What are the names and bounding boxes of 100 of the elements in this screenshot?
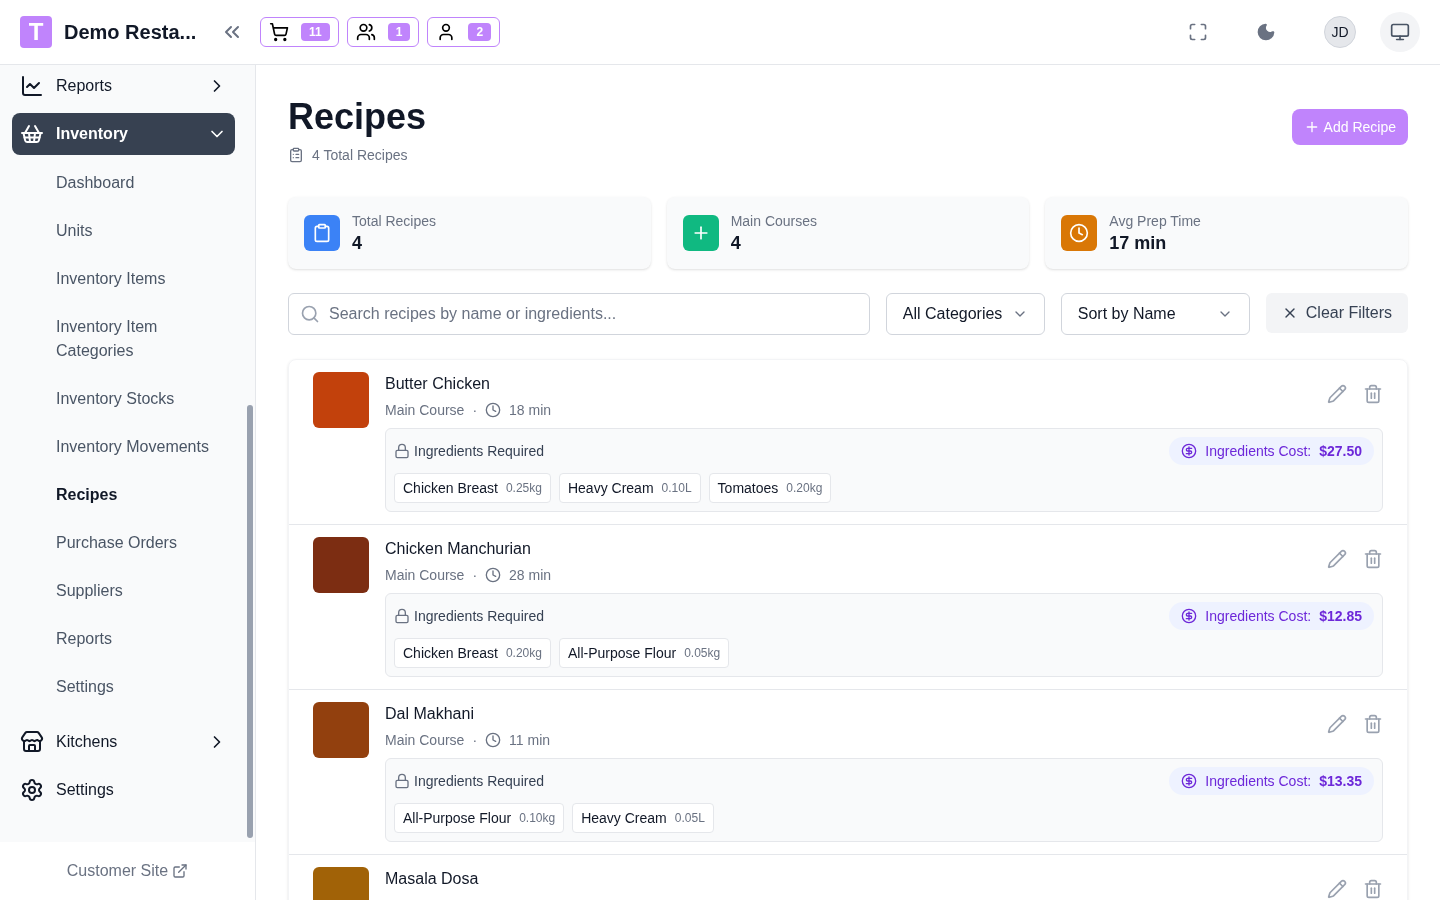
clipboard-icon [288,147,304,163]
moon-icon [1256,22,1276,42]
scrollbar-thumb[interactable] [247,405,253,838]
ingredient-name: All-Purpose Flour [567,644,677,663]
lock-icon [394,443,410,459]
dark-mode-button[interactable] [1256,22,1276,42]
ingredient-quantity: 0.20kg [786,480,823,496]
dollar-icon [1181,443,1198,459]
clock-icon [485,732,502,748]
user-avatar[interactable]: JD [1324,16,1356,48]
cost-label: Ingredients Cost: [1205,772,1312,791]
separator-dot: · [472,566,478,585]
settings-icon [20,778,44,802]
sidebar-subitem[interactable]: Dashboard [12,159,235,207]
clipboard-icon [312,223,332,243]
sidebar-item[interactable]: Inventory [12,113,235,155]
pencil-icon [1327,879,1347,899]
cost-label: Ingredients Cost: [1205,607,1312,626]
edit-button[interactable] [1327,879,1347,899]
ingredient-quantity: 0.10L [661,480,692,496]
sidebar-subitem[interactable]: Inventory Item Categories [12,303,235,375]
search-field[interactable]: Search recipes by name or ingredients... [288,293,870,335]
stat-label: Total Recipes [352,212,437,231]
prep-time: 28 min [509,566,552,585]
food-photo-placeholder [313,537,369,593]
stat-label: Avg Prep Time [1109,212,1201,231]
ingredient-name: Heavy Cream [567,479,654,498]
food-photo-placeholder [313,702,369,758]
sidebar-subitem[interactable]: Reports [12,615,235,663]
customer-site-link[interactable]: Customer Site [66,859,189,883]
cost-value: $12.85 [1319,607,1362,626]
sidebar-item[interactable]: Kitchens [12,721,235,763]
pencil-icon [1327,384,1347,404]
recipe-category: Main Course [385,566,465,585]
fullscreen-button[interactable] [1188,22,1208,42]
sort-dropdown[interactable]: Sort by Name [1060,293,1250,335]
count-badge: 11 [301,23,330,41]
recipe-count: 4 Total Recipes [312,146,408,165]
display-button[interactable] [1380,12,1420,52]
ingredient-name: Tomatoes [717,479,779,498]
ingredient-quantity: 0.05L [674,810,705,826]
sidebar-subitem[interactable]: Inventory Items [12,255,235,303]
recipe-name: Masala Dosa [385,869,479,889]
sidebar-item[interactable]: Settings [12,769,235,811]
ingredient-quantity: 0.20kg [505,645,542,661]
sidebar-subitem[interactable]: Inventory Movements [12,423,235,471]
ingredient-name: All-Purpose Flour [403,809,512,828]
pencil-icon [1327,714,1347,734]
edit-button[interactable] [1327,384,1347,404]
prep-time: 11 min [509,731,551,750]
ingredients-heading: Ingredients Required [414,772,544,791]
ingredient-name: Heavy Cream [581,809,667,828]
separator-dot: · [472,401,478,420]
trash-icon [1363,879,1383,899]
lock-icon [394,608,410,624]
separator-dot: · [472,731,478,750]
ingredient-quantity: 0.10kg [519,810,556,826]
cost-value: $13.35 [1319,772,1362,791]
chart-icon [20,74,44,98]
sidebar-subitem[interactable]: Settings [12,663,235,711]
delete-button[interactable] [1363,384,1383,404]
category-dropdown[interactable]: All Categories [885,293,1045,335]
clock-icon [1069,223,1090,243]
ingredient-quantity: 0.05kg [684,645,721,661]
clock-icon [485,567,502,583]
sidebar-subitem[interactable]: Recipes [12,471,235,519]
edit-button[interactable] [1327,714,1347,734]
count-badge: 1 [387,23,411,41]
delete-button[interactable] [1363,549,1383,569]
clock-icon [485,402,502,418]
page-title: Recipes [288,97,427,137]
pencil-icon [1327,549,1347,569]
sidebar-subitem[interactable]: Suppliers [12,567,235,615]
trash-icon [1363,714,1383,734]
trash-icon [1363,549,1383,569]
sidebar-subitem[interactable]: Purchase Orders [12,519,235,567]
stat-value: 4 [352,232,363,255]
sidebar-item[interactable]: Reports [12,65,235,107]
delete-button[interactable] [1363,879,1383,899]
sidebar-subitem[interactable]: Units [12,207,235,255]
recipe-name: Dal Makhani [385,704,475,724]
search-icon [300,304,320,324]
ingredients-heading: Ingredients Required [414,607,544,626]
sidebar-subitem[interactable]: Inventory Stocks [12,375,235,423]
stat-value: 4 [730,232,742,255]
stat-value: 17 min [1109,232,1168,255]
delete-button[interactable] [1363,714,1383,734]
cart-icon [269,22,289,42]
count-badge: 2 [468,23,492,41]
ingredient-quantity: 0.25kg [505,480,542,496]
clear-filters-button[interactable]: Clear Filters [1265,293,1408,333]
basket-icon [20,122,44,146]
prep-time: 18 min [509,401,552,420]
ingredient-name: Chicken Breast [403,479,498,498]
recipe-name: Chicken Manchurian [385,539,532,559]
brand-logo: T [20,16,52,48]
recipe-category: Main Course [385,401,465,420]
stat-label: Main Courses [730,212,818,231]
food-photo-placeholder [313,372,369,428]
edit-button[interactable] [1327,549,1347,569]
